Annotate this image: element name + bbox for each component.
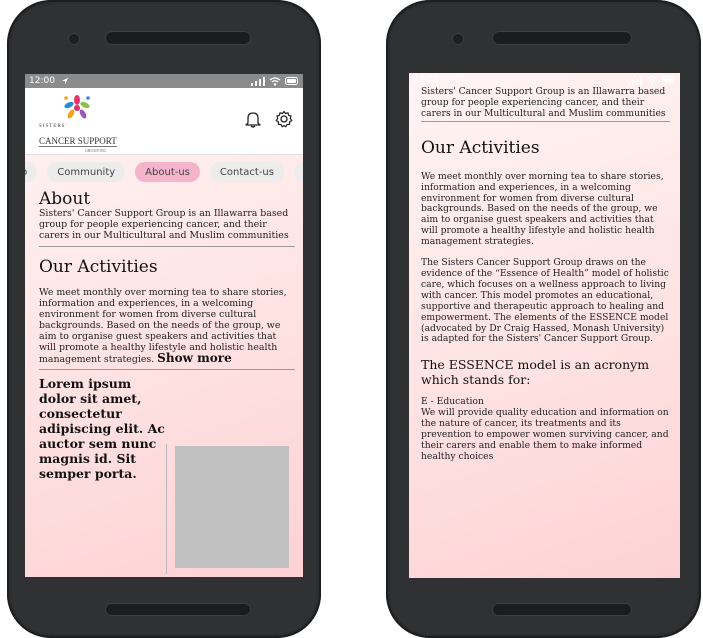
- tab-contact-us[interactable]: Contact-us: [209, 162, 284, 182]
- activities-content: Sisters' Cancer Support Group is an Illa…: [421, 86, 670, 463]
- logo-name: CANCER SUPPORT: [39, 136, 117, 147]
- show-more-link[interactable]: Show more: [157, 351, 232, 365]
- activities-title: Our Activities: [421, 137, 540, 158]
- battery-icon: [662, 76, 675, 84]
- activities-title: Our Activities: [39, 257, 158, 277]
- about-content: About Sisters' Cancer Support Group is a…: [39, 189, 295, 481]
- logo-flower-icon: [64, 95, 90, 119]
- essence-title: The ESSENCE model is an acronym which st…: [421, 357, 650, 388]
- bell-icon[interactable]: [245, 110, 261, 128]
- divider: [39, 246, 295, 247]
- location-icon: [61, 77, 69, 85]
- wifi-icon: [646, 75, 658, 85]
- logo-tagline: SISTERS': [39, 124, 68, 129]
- tab-about-us[interactable]: About-us: [135, 162, 200, 182]
- essence-e-text: We will provide quality education and in…: [421, 407, 669, 462]
- activities-p1: We meet monthly over morning tea to shar…: [421, 170, 664, 248]
- status-bar: 12:00: [409, 73, 680, 87]
- screen-left: 12:00 SISTERS' CANCER SUPPORT GROUP INC.: [25, 74, 303, 577]
- signal-icon: [251, 76, 265, 86]
- signal-icon: [628, 75, 642, 85]
- app-header: SISTERS' CANCER SUPPORT GROUP INC.: [25, 88, 303, 155]
- status-time: 12:00: [413, 75, 439, 85]
- home-bar: [492, 603, 632, 616]
- gear-icon[interactable]: [275, 110, 293, 128]
- status-time: 12:00: [29, 76, 55, 86]
- home-bar: [105, 603, 251, 616]
- camera-icon: [69, 34, 79, 44]
- activities-text: We meet monthly over morning tea to shar…: [39, 287, 295, 365]
- screen-right: 12:00 Sisters' Cancer Support Group is a…: [409, 73, 680, 578]
- battery-icon: [285, 77, 298, 85]
- wifi-icon: [269, 76, 281, 86]
- divider: [421, 120, 670, 122]
- logo[interactable]: SISTERS' CANCER SUPPORT GROUP INC.: [35, 94, 117, 153]
- lorem-text: Lorem ipsum dolor sit amet, consectetur …: [39, 376, 165, 481]
- tab-more[interactable]: [293, 162, 303, 182]
- tab-video[interactable]: eo: [25, 162, 38, 182]
- vertical-divider: [166, 444, 167, 574]
- speaker-grille: [105, 31, 251, 45]
- image-placeholder: [175, 446, 289, 568]
- camera-icon: [453, 34, 463, 44]
- nav-tabs: eo Community About-us Contact-us: [25, 161, 303, 183]
- activities-p2: The Sisters Cancer Support Group draws o…: [421, 257, 669, 345]
- about-text: Sisters' Cancer Support Group is an Illa…: [39, 208, 289, 241]
- speaker-grille: [492, 31, 632, 45]
- logo-sub: GROUP INC.: [85, 148, 108, 153]
- status-bar: 12:00: [25, 74, 303, 88]
- about-title: About: [39, 189, 91, 209]
- about-text: Sisters' Cancer Support Group is an Illa…: [421, 86, 666, 119]
- divider: [39, 369, 295, 370]
- location-icon: [445, 76, 453, 84]
- tab-community[interactable]: Community: [47, 162, 126, 182]
